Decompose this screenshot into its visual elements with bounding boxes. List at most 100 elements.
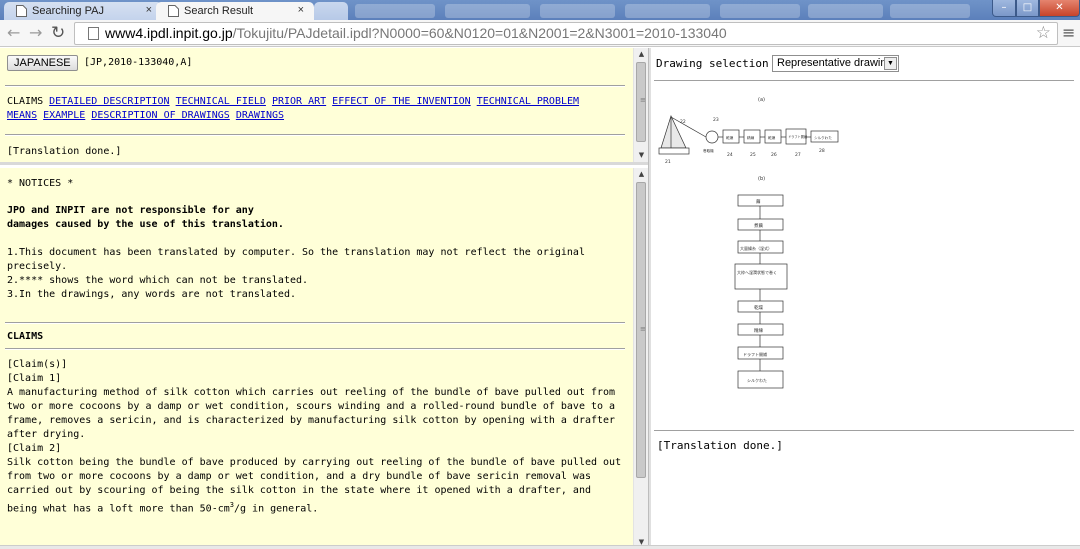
background-taskbar-item [808,4,883,18]
divider [5,348,625,350]
maximize-button[interactable]: □ [1016,0,1039,17]
tab-label: Searching PAJ [32,5,104,17]
reference-number: 26 [771,152,777,158]
scroll-up-icon[interactable]: ▲ [634,48,648,61]
reference-number: 21 [665,159,671,165]
drawing-selection-label: Drawing selection [656,57,769,70]
link-description-of-drawings[interactable]: DESCRIPTION OF DRAWINGS [91,110,229,121]
background-taskbar-item [720,4,800,18]
flow-text: 繭 [756,198,761,205]
flow-text: シルクわた [747,377,767,383]
link-technical-field[interactable]: TECHNICAL FIELD [176,96,266,107]
claims-label: [Claim(s)] [7,359,68,370]
drawing-translation-status: [Translation done.] [657,439,783,452]
box-text: 乾燥 [768,135,776,140]
page-icon [168,5,179,17]
claims-scrollbar[interactable]: ▲ ≡ ▼ [633,168,648,549]
scroll-down-icon[interactable]: ▼ [634,149,648,162]
link-claims-label: CLAIMS [7,96,44,107]
translation-status: [Translation done.] [7,146,122,157]
star-icon[interactable]: ☆ [1036,23,1051,43]
flow-text: 精練 [754,327,763,334]
tab-bar: Searching PAJ × Search Result × – □ ✕ [0,0,1080,20]
divider [654,430,1074,431]
tab-search-result[interactable]: Search Result × [156,2,314,20]
note: 2.**** shows the word which can not be t… [7,275,309,286]
claim-1-label: [Claim 1] [7,373,62,384]
drawing-select[interactable]: Representative drawing ▼ [772,55,899,72]
reference-number: 25 [750,152,756,158]
new-tab-button[interactable] [314,2,348,20]
url-text[interactable]: www4.ipdl.inpit.go.jp/Tokujitu/PAJdetail… [105,25,727,41]
link-technical-problem[interactable]: TECHNICAL PROBLEM [477,96,579,107]
chevron-down-icon[interactable]: ▼ [884,57,897,70]
link-detailed-description[interactable]: DETAILED DESCRIPTION [49,96,169,107]
flow-text: 大枠へ湿潤状態で巻く [737,269,777,275]
back-arrow-icon[interactable]: ← [7,23,20,43]
link-effect-of-invention[interactable]: EFFECT OF THE INVENTION [332,96,470,107]
disclaimer: JPO and INPIT are not responsible for an… [7,204,284,232]
claim-2-text-part: /g in general. [233,503,319,515]
reference-number: 22 [680,119,686,125]
link-example[interactable]: EXAMPLE [43,110,85,121]
background-taskbar-item [445,4,530,18]
claims-heading: CLAIMS [7,331,44,342]
cocoon-basin [658,147,690,155]
scroll-up-icon[interactable]: ▲ [634,168,648,181]
claim-2-text: Silk cotton being the bundle of bave pro… [7,456,622,516]
figure-label-b: (b) [758,176,765,182]
box-text: シルクわた [814,135,832,140]
scroll-thumb[interactable]: ≡ [636,62,646,142]
tab-searching-paj[interactable]: Searching PAJ × [4,2,162,20]
reload-icon[interactable]: ↻ [51,23,65,43]
claim-1-text: A manufacturing method of silk cotton wh… [7,387,616,440]
note: 1.This document has been translated by c… [7,247,585,272]
box-text: 精練 [747,135,755,140]
reel-wheel [705,130,719,144]
reference-number: 28 [819,148,825,154]
flow-text: 煮繭 [754,222,763,229]
reference-number: 23 [713,117,719,123]
box-text: 乾燥 [726,135,734,140]
close-window-button[interactable]: ✕ [1039,0,1080,17]
link-prior-art[interactable]: PRIOR ART [272,96,326,107]
drawing-select-value: Representative drawing [777,57,893,69]
drawing-frame: Drawing selection Representative drawing… [651,48,1080,549]
flow-text: ドラフト開繊 [743,351,767,357]
japanese-button[interactable]: JAPANESE [7,55,78,71]
tab-close-icon[interactable]: × [146,4,152,16]
flow-box [734,263,788,290]
scroll-thumb[interactable]: ≡ [636,182,646,478]
divider [5,134,625,136]
browser-toolbar: ← → ↻ www4.ipdl.inpit.go.jp/Tokujitu/PAJ… [0,20,1080,47]
translation-notes: 1.This document has been translated by c… [7,246,622,302]
figure-label-a: (a) [758,97,765,103]
page-content: JAPANESE [JP,2010-133040,A] CLAIMS DETAI… [0,48,1080,549]
reel-label: 巻取機 [703,148,714,153]
claim-2-label: [Claim 2] [7,443,62,454]
left-frameset: JAPANESE [JP,2010-133040,A] CLAIMS DETAI… [0,48,648,549]
divider [5,85,625,87]
flow-box [737,194,784,207]
tab-close-icon[interactable]: × [298,4,304,16]
divider [654,80,1074,81]
menu-icon[interactable]: ≡ [1062,23,1075,42]
section-links: CLAIMS DETAILED DESCRIPTION TECHNICAL FI… [7,95,622,123]
minimize-button[interactable]: – [992,0,1016,17]
claims-body: [Claim(s)] [Claim 1] A manufacturing met… [7,358,622,516]
link-drawings[interactable]: DRAWINGS [236,110,284,121]
header-scrollbar[interactable]: ▲ ≡ ▼ [633,48,648,162]
claims-frame: * NOTICES * JPO and INPIT are not respon… [0,168,648,549]
background-taskbar-item [355,4,435,18]
background-taskbar-item [540,4,615,18]
representative-drawing: (a) 乾燥 精練 乾燥 ドラフト開繊 シルクわた 21 22 23 24 25… [658,97,839,389]
forward-arrow-icon[interactable]: → [29,23,42,43]
document-number: [JP,2010-133040,A] [84,57,193,68]
header-frame: JAPANESE [JP,2010-133040,A] CLAIMS DETAI… [0,48,648,165]
link-means[interactable]: MEANS [7,110,37,121]
url-path: /Tokujitu/PAJdetail.ipdl?N0000=60&N0120=… [232,25,727,41]
flow-text: 乾燥 [754,304,763,311]
address-bar[interactable]: www4.ipdl.inpit.go.jp/Tokujitu/PAJdetail… [74,22,1058,45]
box-text: ドラフト開繊 [788,134,808,139]
disclaimer-line: JPO and INPIT are not responsible for an… [7,205,254,216]
